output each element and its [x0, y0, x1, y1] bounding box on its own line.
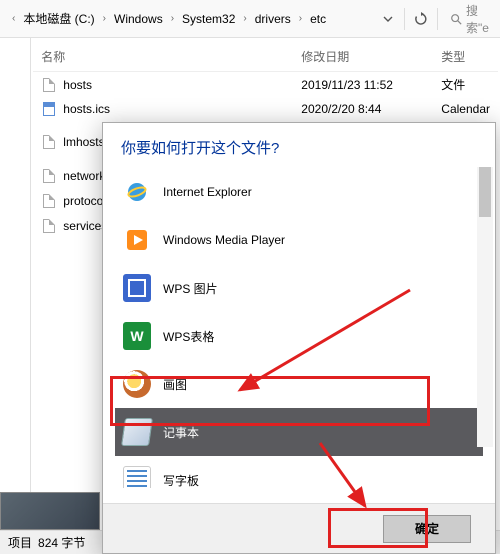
address-bar: › 本地磁盘 (C:) › Windows › System32 › drive… [0, 0, 500, 38]
wmp-icon [123, 226, 151, 254]
app-wordpad[interactable]: 写字板 [115, 456, 483, 488]
file-icon [41, 193, 57, 209]
app-list: Internet Explorer Windows Media Player W… [103, 168, 495, 488]
wordpad-icon [123, 466, 151, 488]
crumb-system32[interactable]: System32 [180, 8, 237, 30]
file-icon [41, 218, 57, 234]
dialog-scrollbar[interactable] [477, 167, 493, 447]
status-count: 项目 [8, 534, 32, 551]
col-name[interactable]: 名称 [41, 48, 301, 65]
ok-button[interactable]: 确定 [383, 515, 471, 543]
open-with-dialog: 你要如何打开这个文件? Internet Explorer Windows Me… [102, 122, 496, 554]
app-ie[interactable]: Internet Explorer [115, 168, 483, 216]
crumb-etc[interactable]: etc [308, 8, 328, 30]
preview-thumbnail [0, 492, 100, 530]
crumb-windows[interactable]: Windows [112, 8, 165, 30]
app-label: 画图 [163, 376, 187, 393]
refresh-icon[interactable] [407, 5, 435, 33]
file-icon [41, 168, 57, 184]
file-name: protocol [63, 194, 106, 208]
app-label: 写字板 [163, 472, 199, 489]
file-date: 2020/2/20 8:44 [301, 102, 441, 116]
address-dropdown[interactable] [374, 5, 402, 33]
wps-sheet-icon: W [123, 322, 151, 350]
app-notepad[interactable]: 记事本 [115, 408, 483, 456]
app-label: WPS 图片 [163, 280, 218, 297]
app-label: Internet Explorer [163, 185, 252, 199]
search-placeholder: 搜索"e [466, 2, 496, 36]
breadcrumb: › 本地磁盘 (C:) › Windows › System32 › drive… [4, 6, 374, 31]
column-headers: 名称 修改日期 类型 [33, 42, 498, 72]
paint-icon [123, 370, 151, 398]
file-name: hosts [63, 78, 92, 92]
file-icon [41, 101, 57, 117]
chevron-left-icon[interactable]: › [8, 13, 19, 24]
status-size: 824 字节 [38, 534, 85, 551]
file-date: 2019/11/23 11:52 [301, 78, 441, 92]
col-date[interactable]: 修改日期 [301, 48, 441, 65]
notepad-icon [121, 418, 153, 446]
file-name: hosts.ics [63, 102, 110, 116]
ie-icon [123, 178, 151, 206]
dialog-title: 你要如何打开这个文件? [103, 123, 495, 168]
crumb-drivers[interactable]: drivers [253, 8, 293, 30]
col-type[interactable]: 类型 [441, 48, 490, 65]
app-label: WPS表格 [163, 328, 214, 345]
app-label: 记事本 [163, 424, 199, 441]
search-box[interactable]: 搜索"e [446, 2, 496, 36]
file-icon [41, 77, 57, 93]
nav-sidebar[interactable] [0, 38, 31, 554]
chevron-right-icon: › [239, 13, 250, 24]
file-type: Calendar [441, 102, 490, 116]
wps-image-icon [123, 274, 151, 302]
app-paint[interactable]: 画图 [115, 360, 483, 408]
chevron-right-icon: › [167, 13, 178, 24]
app-wps-sheet[interactable]: W WPS表格 [115, 312, 483, 360]
crumb-drive[interactable]: 本地磁盘 (C:) [21, 6, 96, 31]
file-type: 文件 [441, 76, 490, 93]
scrollbar-thumb[interactable] [479, 167, 491, 217]
dialog-footer: 确定 [103, 503, 495, 553]
file-name: services [63, 219, 107, 233]
chevron-right-icon: › [295, 13, 306, 24]
app-wmp[interactable]: Windows Media Player [115, 216, 483, 264]
file-icon [41, 134, 57, 150]
search-icon [450, 12, 462, 26]
chevron-right-icon: › [99, 13, 110, 24]
table-row[interactable]: hosts.ics 2020/2/20 8:44Calendar [33, 97, 498, 121]
app-label: Windows Media Player [163, 233, 285, 247]
app-wps-image[interactable]: WPS 图片 [115, 264, 483, 312]
table-row[interactable]: hosts 2019/11/23 11:52文件 [33, 72, 498, 97]
